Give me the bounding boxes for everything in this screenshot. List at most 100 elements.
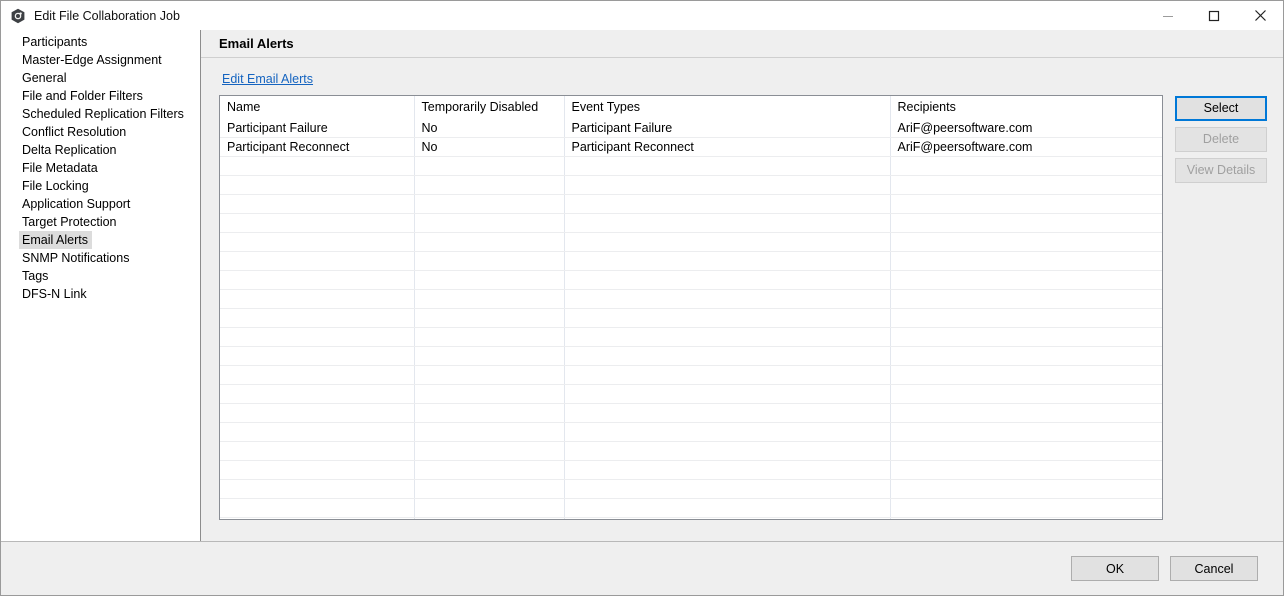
table-cell-empty [220, 346, 414, 365]
table-row-empty[interactable] [220, 194, 1162, 213]
table-row-empty[interactable] [220, 517, 1162, 520]
sidebar-item-email-alerts[interactable]: Email Alerts [1, 231, 200, 249]
maximize-icon[interactable] [1191, 1, 1237, 30]
close-icon[interactable] [1237, 1, 1283, 30]
sidebar-item-application-support[interactable]: Application Support [1, 195, 200, 213]
select-button[interactable]: Select [1175, 96, 1267, 121]
column-header[interactable]: Event Types [564, 96, 890, 118]
sidebar-item-dfs-n-link[interactable]: DFS-N Link [1, 285, 200, 303]
table-cell-empty [890, 441, 1162, 460]
table-cell-empty [890, 175, 1162, 194]
table-cell-empty [220, 194, 414, 213]
table-row-empty[interactable] [220, 346, 1162, 365]
table-cell-empty [564, 365, 890, 384]
sidebar-item-delta-replication[interactable]: Delta Replication [1, 141, 200, 159]
sidebar-item-tags[interactable]: Tags [1, 267, 200, 285]
table-row-empty[interactable] [220, 232, 1162, 251]
dialog-footer: OK Cancel [1, 541, 1283, 595]
sidebar-item-label: General [19, 69, 70, 87]
edit-email-alerts-link[interactable]: Edit Email Alerts [222, 72, 313, 86]
table-cell-empty [890, 251, 1162, 270]
window-title: Edit File Collaboration Job [34, 9, 180, 23]
table-cell-empty [414, 346, 564, 365]
edit-file-collaboration-job-window: Edit File Collaboration Job Participants… [0, 0, 1284, 596]
table-cell-empty [414, 422, 564, 441]
table-row-empty[interactable] [220, 327, 1162, 346]
table-cell-empty [220, 422, 414, 441]
table-cell-empty [414, 308, 564, 327]
sidebar-item-master-edge-assignment[interactable]: Master-Edge Assignment [1, 51, 200, 69]
column-header[interactable]: Recipients [890, 96, 1162, 118]
table-row-empty[interactable] [220, 213, 1162, 232]
sidebar-item-label: Participants [19, 33, 91, 51]
sidebar-item-target-protection[interactable]: Target Protection [1, 213, 200, 231]
column-header[interactable]: Name [220, 96, 414, 118]
table-cell-empty [414, 498, 564, 517]
table-cell-empty [564, 232, 890, 251]
table-cell-empty [414, 289, 564, 308]
table-row-empty[interactable] [220, 156, 1162, 175]
content-pane: Email Alerts Edit Email Alerts NameTempo… [201, 30, 1283, 541]
table-cell-empty [220, 403, 414, 422]
table-cell-empty [220, 327, 414, 346]
sidebar-item-snmp-notifications[interactable]: SNMP Notifications [1, 249, 200, 267]
table-cell-empty [220, 156, 414, 175]
table-cell-empty [564, 517, 890, 520]
pane-header: Email Alerts [201, 30, 1283, 58]
table-head: NameTemporarily DisabledEvent TypesRecip… [220, 96, 1162, 118]
sidebar-item-file-locking[interactable]: File Locking [1, 177, 200, 195]
table-header-row: NameTemporarily DisabledEvent TypesRecip… [220, 96, 1162, 118]
sidebar-item-scheduled-replication-filters[interactable]: Scheduled Replication Filters [1, 105, 200, 123]
table-cell-empty [890, 289, 1162, 308]
table-row-empty[interactable] [220, 403, 1162, 422]
window-controls [1145, 1, 1283, 30]
pane-body: Edit Email Alerts NameTemporarily Disabl… [201, 58, 1283, 541]
table-row-empty[interactable] [220, 175, 1162, 194]
sidebar-item-label: Conflict Resolution [19, 123, 130, 141]
table-row-empty[interactable] [220, 460, 1162, 479]
table-row-empty[interactable] [220, 308, 1162, 327]
table-row-empty[interactable] [220, 441, 1162, 460]
sidebar-item-general[interactable]: General [1, 69, 200, 87]
cancel-button[interactable]: Cancel [1170, 556, 1258, 581]
settings-nav-sidebar: ParticipantsMaster-Edge AssignmentGenera… [1, 30, 201, 541]
minimize-icon[interactable] [1145, 1, 1191, 30]
email-alerts-table-container[interactable]: NameTemporarily DisabledEvent TypesRecip… [219, 95, 1163, 520]
table-row-empty[interactable] [220, 251, 1162, 270]
table-row[interactable]: Participant ReconnectNoParticipant Recon… [220, 137, 1162, 156]
edit-link-row: Edit Email Alerts [219, 58, 1267, 95]
sidebar-item-file-and-folder-filters[interactable]: File and Folder Filters [1, 87, 200, 105]
table-cell-empty [220, 365, 414, 384]
table-row-empty[interactable] [220, 479, 1162, 498]
table-row[interactable]: Participant FailureNoParticipant Failure… [220, 118, 1162, 137]
table-cell-empty [564, 403, 890, 422]
table-row-empty[interactable] [220, 384, 1162, 403]
table-row-empty[interactable] [220, 289, 1162, 308]
sidebar-item-label: File Metadata [19, 159, 102, 177]
table-row-empty[interactable] [220, 498, 1162, 517]
table-row-empty[interactable] [220, 270, 1162, 289]
sidebar-item-label: Tags [19, 267, 52, 285]
table-cell: No [414, 118, 564, 137]
table-row-empty[interactable] [220, 422, 1162, 441]
table-cell-empty [890, 365, 1162, 384]
table-cell-empty [564, 327, 890, 346]
table-cell-empty [414, 479, 564, 498]
table-cell: AriF@peersoftware.com [890, 118, 1162, 137]
table-cell-empty [564, 270, 890, 289]
table-row-empty[interactable] [220, 365, 1162, 384]
table-cell-empty [890, 403, 1162, 422]
table-cell-empty [220, 441, 414, 460]
table-cell-empty [890, 346, 1162, 365]
sidebar-item-conflict-resolution[interactable]: Conflict Resolution [1, 123, 200, 141]
sidebar-item-file-metadata[interactable]: File Metadata [1, 159, 200, 177]
ok-button[interactable]: OK [1071, 556, 1159, 581]
table-cell-empty [220, 479, 414, 498]
table-cell-empty [890, 327, 1162, 346]
column-header[interactable]: Temporarily Disabled [414, 96, 564, 118]
table-cell-empty [564, 422, 890, 441]
sidebar-item-participants[interactable]: Participants [1, 33, 200, 51]
table-cell-empty [414, 403, 564, 422]
table-cell-empty [890, 479, 1162, 498]
table-cell-empty [414, 517, 564, 520]
